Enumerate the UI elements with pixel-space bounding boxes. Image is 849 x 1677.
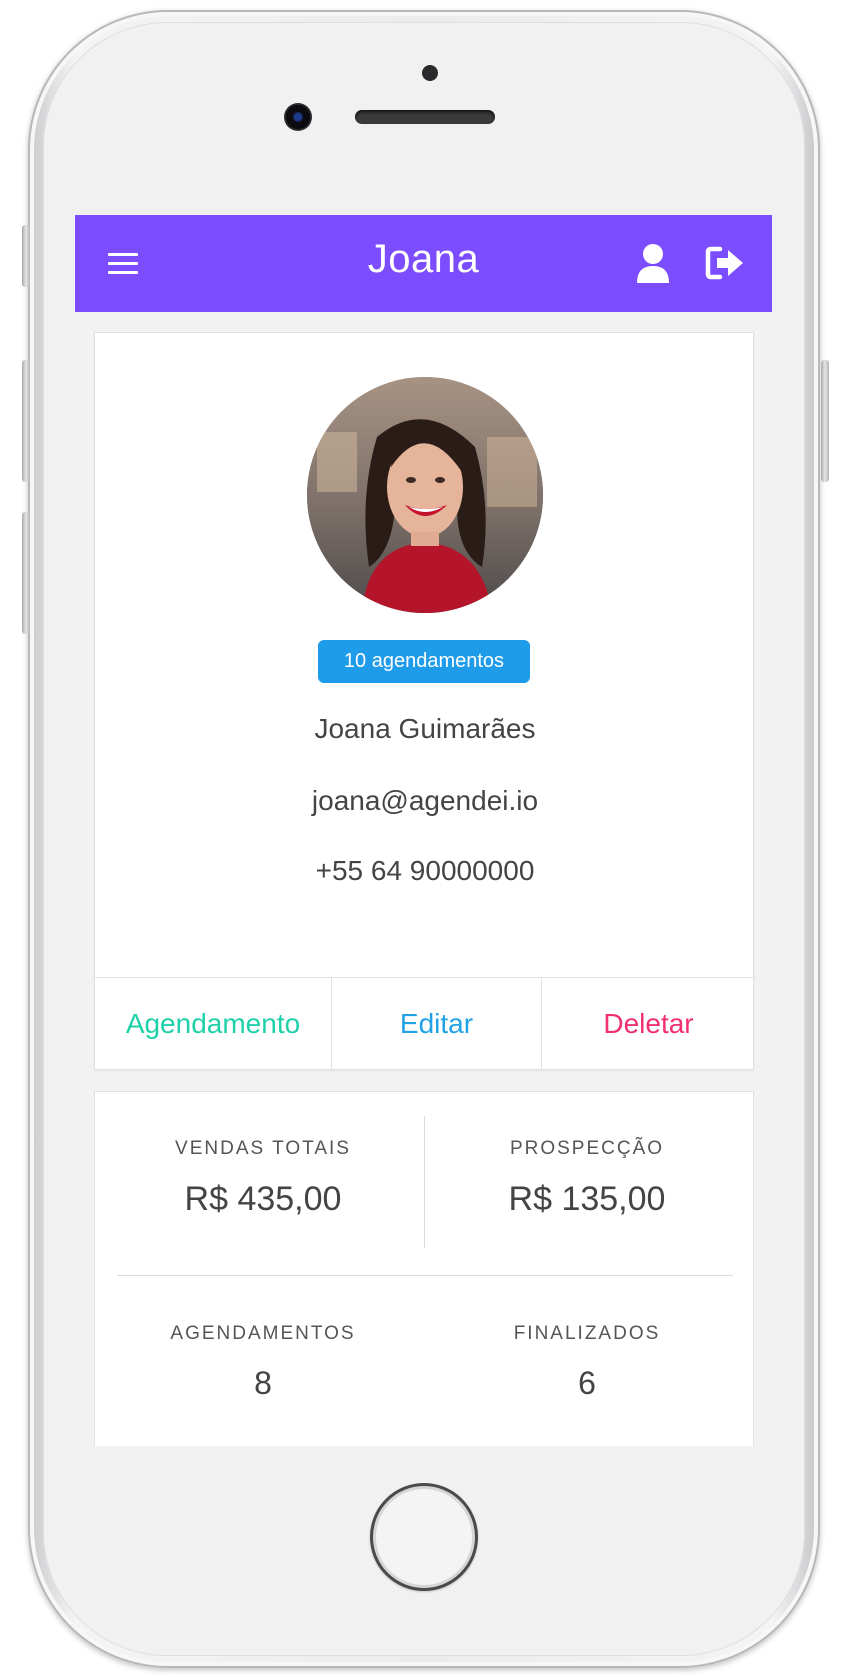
stat-value: 8 (254, 1365, 272, 1401)
stat-value: R$ 135,00 (508, 1180, 666, 1218)
proximity-sensor (422, 65, 438, 81)
profile-actions: Agendamento Editar Deletar (95, 977, 755, 1070)
stat-label: AGENDAMENTOS (170, 1323, 356, 1344)
stat-label: VENDAS TOTAIS (175, 1138, 351, 1159)
user-icon[interactable] (635, 243, 671, 283)
profile-name: Joana Guimarães (314, 713, 536, 744)
mute-switch (22, 225, 30, 287)
stats-vertical-divider (424, 1116, 425, 1248)
profile-card: 10 agendamentos Joana Guimarães joana@ag… (94, 332, 755, 1070)
stats-horizontal-divider (117, 1275, 733, 1276)
profile-email: joana@agendei.io (311, 785, 539, 816)
power-button (821, 360, 829, 482)
avatar (307, 377, 543, 613)
stat-prospecting: PROSPECÇÃO R$ 135,00 (437, 1138, 737, 1219)
app-screen: Joana 10 agendamentos Joana Guimarães jo… (75, 215, 772, 1446)
earpiece-speaker (355, 110, 495, 124)
logout-icon[interactable] (705, 245, 745, 281)
stat-value: 6 (578, 1365, 596, 1401)
home-button[interactable] (370, 1483, 478, 1591)
front-camera (284, 103, 312, 131)
stat-label: PROSPECÇÃO (509, 1138, 665, 1159)
stat-value: R$ 435,00 (184, 1180, 342, 1218)
schedule-button[interactable]: Agendamento (95, 978, 332, 1070)
profile-photo (307, 377, 543, 613)
volume-up-button (22, 360, 30, 482)
appointments-badge: 10 agendamentos (318, 640, 530, 683)
stat-total-sales: VENDAS TOTAIS R$ 435,00 (113, 1138, 413, 1219)
edit-button[interactable]: Editar (332, 978, 542, 1070)
volume-down-button (22, 512, 30, 634)
stats-card: VENDAS TOTAIS R$ 435,00 PROSPECÇÃO R$ 13… (94, 1091, 754, 1446)
profile-phone: +55 64 90000000 (315, 855, 535, 886)
stat-label: FINALIZADOS (513, 1323, 661, 1344)
stat-finished: FINALIZADOS 6 (437, 1323, 737, 1402)
top-navbar: Joana (75, 215, 772, 312)
stat-appointments: AGENDAMENTOS 8 (113, 1323, 413, 1402)
delete-button[interactable]: Deletar (542, 978, 755, 1070)
